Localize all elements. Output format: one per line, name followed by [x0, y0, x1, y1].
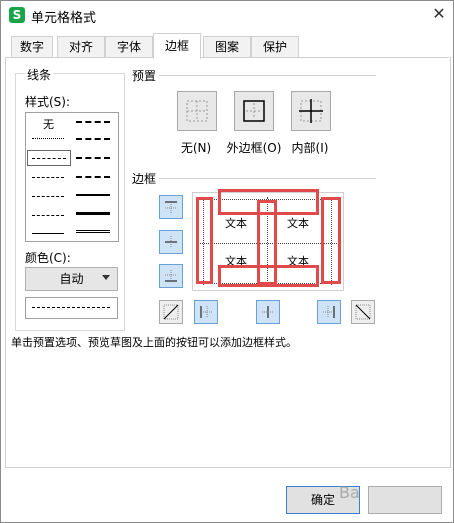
- line-preview: [25, 297, 118, 319]
- highlight-left-border: [196, 197, 213, 284]
- border-inner-horizontal-icon: [165, 236, 177, 248]
- preset-inside-icon: [299, 99, 323, 123]
- line-style-medium-dash-dot[interactable]: [76, 121, 110, 123]
- diagonal-down-icon: [355, 304, 371, 320]
- line-style-double[interactable]: [76, 230, 110, 233]
- border-bottom-button[interactable]: [159, 264, 183, 288]
- border-diagonal-down-button[interactable]: [351, 300, 375, 324]
- line-style-dashed[interactable]: [32, 215, 64, 216]
- border-left-icon: [200, 306, 212, 318]
- preview-cell-text: 文本: [225, 217, 247, 230]
- border-left-button[interactable]: [194, 300, 218, 324]
- line-style-medium[interactable]: [76, 194, 110, 196]
- line-style-medium-dash-dot-dot[interactable]: [76, 157, 110, 159]
- chevron-down-icon[interactable]: [102, 275, 110, 280]
- tab-protection[interactable]: 保护: [251, 36, 299, 58]
- border-top-icon: [165, 201, 177, 213]
- border-inner-horizontal-button[interactable]: [159, 230, 183, 254]
- dialog-title: 单元格格式: [31, 11, 97, 26]
- border-bottom-icon: [165, 270, 177, 282]
- line-style-thin[interactable]: [32, 233, 64, 234]
- tab-font[interactable]: 字体: [105, 36, 153, 58]
- wps-app-icon: S: [9, 7, 25, 23]
- border-inner-vertical-icon: [262, 306, 274, 318]
- highlight-bottom-border: [218, 265, 319, 287]
- preset-group-title: 预置: [130, 67, 159, 84]
- line-style-list[interactable]: 无: [25, 112, 119, 242]
- line-style-dash-dot-dot[interactable]: [32, 177, 64, 178]
- line-group-title: 线条: [25, 66, 54, 83]
- border-diagonal-up-button[interactable]: [159, 300, 183, 324]
- format-cells-dialog: S 单元格格式 ✕ 数字 对齐 字体 边框 图案 保护 线条 样式(S): 无 …: [0, 0, 454, 523]
- line-style-medium-dashed[interactable]: [76, 138, 110, 140]
- line-style-dash-dot[interactable]: [32, 196, 64, 197]
- border-group-title: 边框: [130, 170, 159, 187]
- border-right-icon: [323, 306, 335, 318]
- line-style-slant-dash-dot[interactable]: [76, 176, 110, 178]
- preset-inside-button[interactable]: [291, 91, 331, 131]
- preset-none-label: 无(N): [180, 141, 212, 155]
- hint-text: 单击预置选项、预览草图及上面的按钮可以添加边框样式。: [11, 336, 297, 349]
- preset-none-button[interactable]: [177, 91, 217, 131]
- line-style-selected[interactable]: [27, 150, 71, 166]
- preset-none-icon: [186, 100, 208, 122]
- preset-outline-label: 外边框(O): [226, 141, 282, 155]
- preset-inside-label: 内部(I): [291, 141, 329, 155]
- highlight-right-border: [321, 197, 341, 284]
- close-icon[interactable]: ✕: [429, 4, 449, 24]
- preset-outline-button[interactable]: [234, 91, 274, 131]
- cancel-button[interactable]: [368, 486, 442, 514]
- border-divider: [159, 178, 376, 179]
- border-top-button[interactable]: [159, 195, 183, 219]
- tab-number[interactable]: 数字: [11, 36, 53, 58]
- diagonal-up-icon: [163, 304, 179, 320]
- line-style-thick[interactable]: [76, 212, 110, 215]
- line-style-none[interactable]: 无: [43, 116, 54, 132]
- style-label: 样式(S):: [25, 95, 71, 109]
- preview-cell-text: 文本: [287, 217, 309, 230]
- color-label: 颜色(C):: [25, 251, 71, 265]
- tab-alignment[interactable]: 对齐: [57, 36, 105, 58]
- border-inner-vertical-button[interactable]: [256, 300, 280, 324]
- tab-pattern[interactable]: 图案: [203, 36, 251, 58]
- preset-divider: [159, 75, 376, 76]
- preset-outline-icon: [243, 100, 265, 122]
- watermark-text: Ba: [339, 483, 360, 502]
- border-right-button[interactable]: [317, 300, 341, 324]
- line-style-hair[interactable]: [32, 138, 64, 139]
- tab-border[interactable]: 边框: [153, 33, 201, 59]
